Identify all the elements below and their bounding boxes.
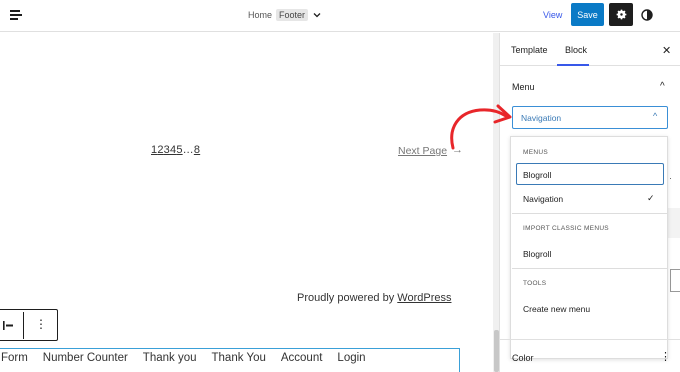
menu-dropdown: MENUS Blogroll Navigation ✓ IMPORT CLASS…	[510, 136, 668, 359]
annotation-arrow-icon	[450, 104, 512, 150]
settings-sidebar: Template Block ✕ Menu ^ Navigation ^ · M…	[499, 33, 680, 372]
hidden-input-fragment	[670, 269, 680, 292]
gear-icon	[616, 9, 626, 20]
nav-item[interactable]: Account	[281, 352, 323, 364]
justify-left-icon[interactable]	[3, 321, 13, 330]
breadcrumb-current[interactable]: Footer	[276, 9, 309, 21]
breadcrumb[interactable]: Home Footer	[248, 9, 322, 21]
powered-by-text: Proudly powered by WordPress	[297, 292, 451, 304]
breadcrumb-home[interactable]: Home	[248, 10, 272, 20]
nav-item[interactable]: y Form	[0, 352, 28, 364]
more-options-icon[interactable]: ⋮	[35, 318, 47, 330]
menu-panel-title[interactable]: Menu	[512, 82, 535, 92]
active-tab-indicator	[557, 64, 589, 66]
save-button[interactable]: Save	[571, 3, 604, 26]
block-toolbar: ⋮	[0, 309, 58, 341]
page-number[interactable]: 8	[194, 144, 200, 156]
nav-item[interactable]: Number Counter	[43, 352, 128, 364]
nav-item[interactable]: Thank You	[212, 352, 266, 364]
menu-select-value: Navigation	[521, 113, 562, 123]
sidebar-divider	[500, 339, 680, 340]
toolbar-divider	[23, 312, 24, 339]
navigation-menu: y Form Number Counter Thank you Thank Yo…	[0, 352, 366, 364]
tab-template[interactable]: Template	[511, 45, 548, 55]
close-icon[interactable]: ✕	[662, 44, 671, 57]
check-icon: ✓	[647, 193, 655, 203]
pagination-numbers[interactable]: 12345…8	[151, 144, 200, 156]
menu-option-blogroll[interactable]: Blogroll	[523, 170, 551, 180]
import-option-blogroll[interactable]: Blogroll	[523, 249, 551, 259]
sidebar-tabs: Template Block ✕	[500, 33, 680, 66]
page-ellipsis: …	[182, 144, 194, 156]
chevron-down-icon[interactable]	[312, 10, 322, 20]
nav-item[interactable]: Thank you	[143, 352, 197, 364]
editor-top-bar: Home Footer View Save	[0, 0, 680, 32]
powered-prefix: Proudly powered by	[297, 292, 398, 304]
tools-group-label: TOOLS	[523, 280, 547, 287]
document-overview-icon[interactable]	[10, 10, 22, 20]
hidden-control-fragment: ·	[669, 173, 672, 183]
menus-group-label: MENUS	[523, 149, 548, 156]
color-panel-title[interactable]: Color	[512, 353, 534, 363]
view-link[interactable]: View	[543, 10, 562, 20]
dropdown-divider	[512, 213, 668, 214]
tab-block[interactable]: Block	[565, 45, 587, 55]
chevron-up-icon[interactable]: ^	[660, 81, 665, 92]
menu-option-navigation[interactable]: Navigation	[523, 194, 563, 204]
chevron-up-icon: ^	[653, 111, 658, 121]
import-group-label: IMPORT CLASSIC MENUS	[523, 225, 609, 232]
hidden-control-fragment	[668, 208, 680, 238]
dropdown-divider	[512, 268, 668, 269]
menu-select[interactable]: Navigation ^	[512, 106, 668, 129]
styles-contrast-icon[interactable]	[641, 9, 653, 21]
nav-item[interactable]: Login	[337, 352, 365, 364]
editor-canvas[interactable]	[0, 33, 493, 372]
settings-button[interactable]	[609, 3, 633, 26]
create-new-menu-option[interactable]: Create new menu	[523, 304, 590, 314]
wordpress-link[interactable]: WordPress	[397, 292, 451, 304]
more-options-icon[interactable]: ⋮	[660, 350, 671, 363]
